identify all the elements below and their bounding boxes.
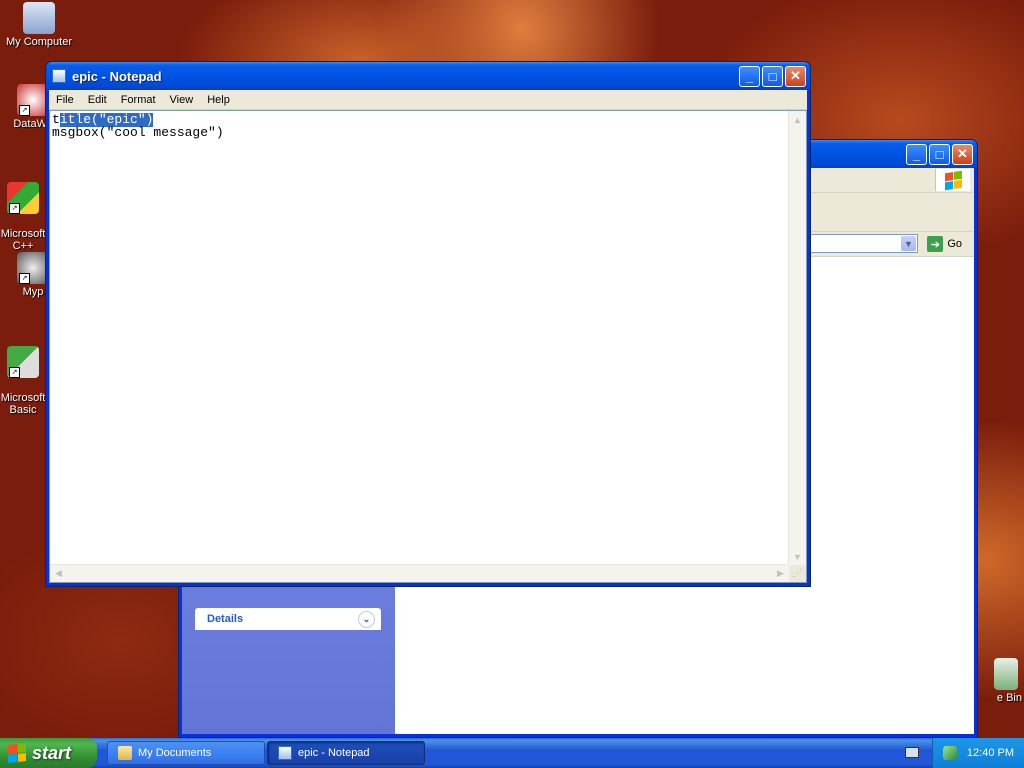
folder-icon [118, 746, 132, 760]
taskbar-button-label: epic - Notepad [298, 747, 370, 759]
close-button[interactable]: ✕ [785, 65, 806, 87]
menu-edit[interactable]: Edit [81, 94, 114, 106]
scroll-down-icon[interactable]: ▼ [790, 549, 805, 564]
notepad-icon [52, 69, 66, 83]
close-button[interactable]: ✕ [952, 143, 973, 165]
shortcut-arrow-icon: ↗ [9, 203, 20, 214]
taskbar-button-label: My Documents [138, 747, 212, 759]
go-arrow-icon: ➔ [927, 236, 944, 252]
chevron-down-icon[interactable]: ⌄ [358, 611, 375, 628]
details-label: Details [207, 613, 244, 625]
menu-file[interactable]: File [49, 94, 81, 106]
my-computer-icon [23, 2, 55, 34]
recycle-bin-icon [994, 658, 1018, 690]
start-button[interactable]: start [0, 738, 97, 768]
scroll-up-icon[interactable]: ▲ [790, 112, 805, 127]
go-button[interactable]: ➔ Go [927, 236, 962, 252]
horizontal-scrollbar[interactable]: ◀ ▶ [50, 564, 789, 582]
editor-text[interactable]: title("epic") msgbox("cool message") [52, 113, 788, 564]
menubar: File Edit Format View Help [49, 90, 807, 110]
taskbar-button-my-documents[interactable]: My Documents [107, 741, 265, 765]
minimize-button[interactable]: _ [739, 65, 760, 87]
microsoft-basic-icon: ↗ [7, 346, 39, 378]
minimize-button[interactable]: _ [906, 143, 927, 165]
scroll-right-icon[interactable]: ▶ [773, 566, 788, 581]
taskbar: start My Documents epic - Notepad 12:40 … [0, 738, 1024, 768]
windows-logo-icon [935, 169, 970, 191]
vertical-scrollbar[interactable]: ▲ ▼ [788, 111, 806, 565]
windows-flag-icon [8, 743, 26, 763]
maximize-button[interactable]: □ [762, 65, 783, 87]
network-icon[interactable] [942, 746, 957, 760]
address-dropdown-button[interactable]: ▼ [901, 236, 916, 251]
desktop-icon-my-computer[interactable]: My Computer [2, 2, 76, 48]
details-panel-header[interactable]: Details ⌄ [195, 608, 381, 630]
microsoft-cpp-icon: ↗ [7, 182, 39, 214]
system-tray: 12:40 PM [932, 738, 1024, 768]
shortcut-arrow-icon: ↗ [9, 367, 20, 378]
desktop-icon-label: My Computer [5, 36, 73, 48]
text-editor[interactable]: title("epic") msgbox("cool message") ▲ ▼… [49, 110, 807, 583]
text-line-2: msgbox("cool message") [52, 125, 224, 140]
notepad-client: File Edit Format View Help title("epic")… [49, 90, 807, 583]
keyboard-icon[interactable] [905, 747, 919, 758]
window-title: epic - Notepad [72, 68, 162, 84]
maximize-button[interactable]: □ [929, 143, 950, 165]
clock[interactable]: 12:40 PM [967, 747, 1014, 759]
notepad-icon [278, 746, 292, 760]
scroll-left-icon[interactable]: ◀ [51, 566, 66, 581]
shortcut-arrow-icon: ↗ [19, 105, 30, 116]
menu-format[interactable]: Format [114, 94, 163, 106]
taskbar-button-notepad[interactable]: epic - Notepad [267, 741, 425, 765]
notepad-titlebar[interactable]: epic - Notepad _ □ ✕ [46, 62, 810, 90]
resize-grip-icon[interactable]: ⋰ [789, 565, 806, 582]
shortcut-arrow-icon: ↗ [19, 273, 30, 284]
menu-help[interactable]: Help [200, 94, 237, 106]
menu-view[interactable]: View [163, 94, 201, 106]
go-label: Go [947, 238, 962, 250]
start-label: start [32, 742, 72, 763]
notepad-window: epic - Notepad _ □ ✕ File Edit Format Vi… [45, 61, 811, 587]
